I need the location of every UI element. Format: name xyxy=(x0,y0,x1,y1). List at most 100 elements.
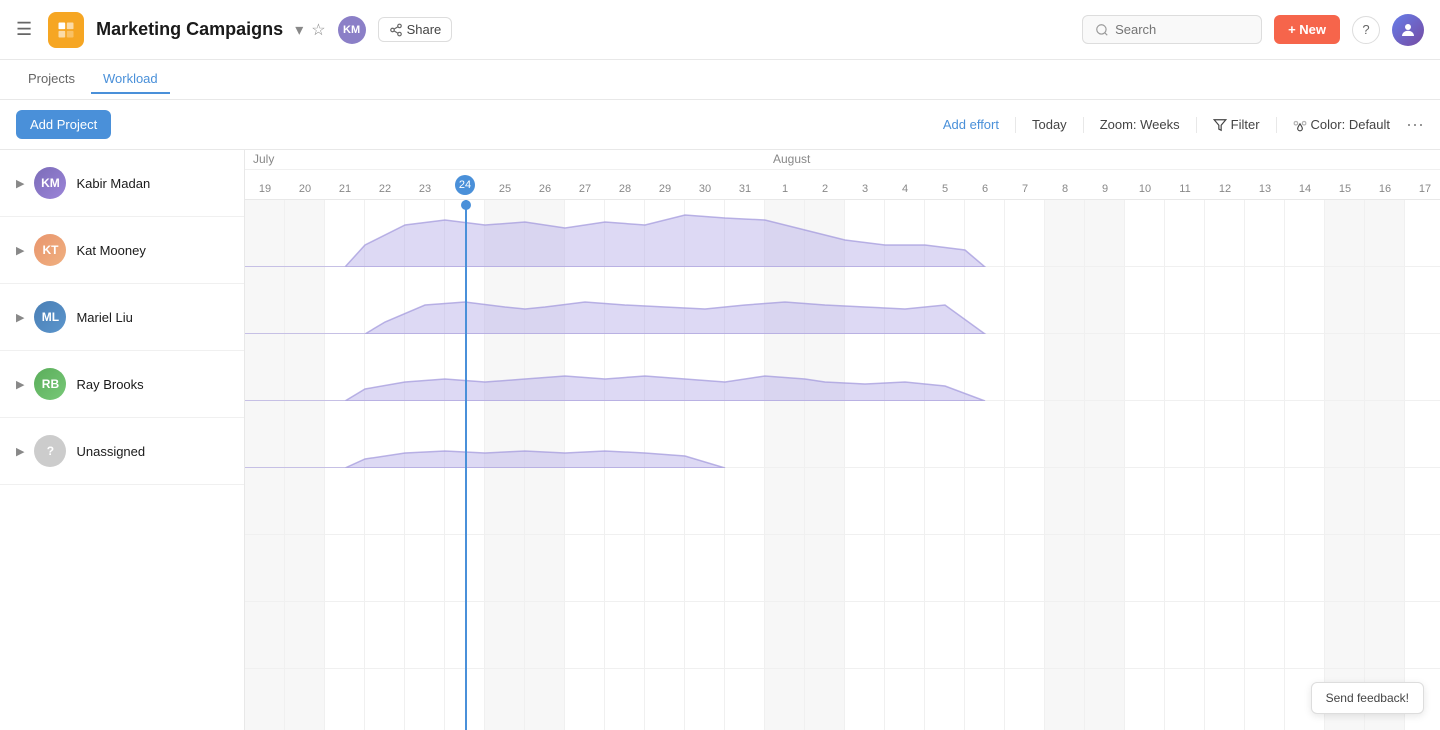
day-stripe-3-23 xyxy=(1165,401,1205,467)
dropdown-icon[interactable]: ▾ xyxy=(295,20,303,40)
day-header-13: 13 xyxy=(1245,183,1285,195)
send-feedback-button[interactable]: Send feedback! xyxy=(1311,682,1424,714)
more-options-button[interactable]: ··· xyxy=(1406,114,1424,135)
day-header-3: 3 xyxy=(845,183,885,195)
day-stripe-2-2 xyxy=(325,334,365,400)
person-name-mariel: Mariel Liu xyxy=(76,310,132,325)
day-header-15: 15 xyxy=(1325,183,1365,195)
day-stripe-2-4 xyxy=(405,334,445,400)
divider-1 xyxy=(1015,117,1016,133)
day-stripe-1-14 xyxy=(805,267,845,333)
day-stripe-1-24 xyxy=(1205,267,1245,333)
user-avatar[interactable] xyxy=(1392,14,1424,46)
day-stripe-3-2 xyxy=(325,401,365,467)
day-header-21: 21 xyxy=(325,183,365,195)
share-label: Share xyxy=(407,22,442,37)
day-stripe-2-20 xyxy=(1045,334,1085,400)
new-button[interactable]: + New xyxy=(1274,15,1340,44)
day-stripe-3-16 xyxy=(885,401,925,467)
day-header-1: 1 xyxy=(765,183,805,195)
unassigned-row[interactable]: ▶ ? Unassigned xyxy=(0,418,244,485)
day-stripe-3-7 xyxy=(525,401,565,467)
day-stripe-1-20 xyxy=(1045,267,1085,333)
day-stripe-0-0 xyxy=(245,200,285,266)
day-stripe-3-14 xyxy=(805,401,845,467)
day-header-26: 26 xyxy=(525,183,565,195)
day-stripe-0-17 xyxy=(925,200,965,266)
day-stripe-0-8 xyxy=(565,200,605,266)
day-stripe-3-17 xyxy=(925,401,965,467)
avatar-kabir: KM xyxy=(34,167,66,199)
expand-icon-unassigned: ▶ xyxy=(16,445,24,458)
toolbar: Add Project Add effort Today Zoom: Weeks… xyxy=(0,100,1440,150)
day-header-24: 24 xyxy=(445,175,485,195)
day-header-11: 11 xyxy=(1165,183,1205,195)
day-stripe-2-22 xyxy=(1125,334,1165,400)
day-stripe-3-27 xyxy=(1325,401,1365,467)
day-stripe-0-16 xyxy=(885,200,925,266)
day-stripe-0-25 xyxy=(1245,200,1285,266)
add-project-button[interactable]: Add Project xyxy=(16,110,111,139)
day-stripe-1-22 xyxy=(1125,267,1165,333)
person-row-kat[interactable]: ▶ KT Kat Mooney xyxy=(0,217,244,284)
day-stripe-3-13 xyxy=(765,401,805,467)
day-header-5: 5 xyxy=(925,183,965,195)
person-row-mariel[interactable]: ▶ ML Mariel Liu xyxy=(0,284,244,351)
day-stripe-1-23 xyxy=(1165,267,1205,333)
unassigned-label: Unassigned xyxy=(76,444,145,459)
help-button[interactable]: ? xyxy=(1352,16,1380,44)
search-input[interactable] xyxy=(1115,22,1245,37)
today-button[interactable]: Today xyxy=(1024,113,1075,136)
day-stripe-1-10 xyxy=(645,267,685,333)
day-stripe-2-17 xyxy=(925,334,965,400)
day-stripe-1-0 xyxy=(245,267,285,333)
share-button[interactable]: Share xyxy=(378,17,453,42)
day-header-30: 30 xyxy=(685,183,725,195)
color-icon xyxy=(1293,118,1307,132)
day-header-19: 19 xyxy=(245,183,285,195)
day-stripe-1-13 xyxy=(765,267,805,333)
day-stripe-0-6 xyxy=(485,200,525,266)
day-stripe-2-0 xyxy=(245,334,285,400)
day-stripe-3-11 xyxy=(685,401,725,467)
day-stripe-1-8 xyxy=(565,267,605,333)
day-stripe-0-26 xyxy=(1285,200,1325,266)
day-stripe-0-5 xyxy=(445,200,485,266)
zoom-button[interactable]: Zoom: Weeks xyxy=(1092,113,1188,136)
day-stripe-1-7 xyxy=(525,267,565,333)
divider-4 xyxy=(1276,117,1277,133)
day-stripe-2-16 xyxy=(885,334,925,400)
day-stripe-1-17 xyxy=(925,267,965,333)
day-stripe-0-11 xyxy=(685,200,725,266)
day-stripe-3-21 xyxy=(1085,401,1125,467)
menu-icon[interactable]: ☰ xyxy=(16,19,32,40)
day-stripe-0-2 xyxy=(325,200,365,266)
gantt-area: July August 1920212223242526272829303112… xyxy=(245,150,1440,730)
day-stripe-2-29 xyxy=(1405,334,1440,400)
day-stripe-3-18 xyxy=(965,401,1005,467)
day-stripe-2-26 xyxy=(1285,334,1325,400)
day-stripe-0-21 xyxy=(1085,200,1125,266)
day-header-10: 10 xyxy=(1125,183,1165,195)
expand-icon-ray: ▶ xyxy=(16,378,24,391)
add-effort-button[interactable]: Add effort xyxy=(935,113,1007,136)
tab-workload[interactable]: Workload xyxy=(91,65,170,94)
day-stripe-3-26 xyxy=(1285,401,1325,467)
day-header-4: 4 xyxy=(885,183,925,195)
search-box[interactable] xyxy=(1082,15,1262,44)
person-row-kabir[interactable]: ▶ KM Kabir Madan xyxy=(0,150,244,217)
tab-projects[interactable]: Projects xyxy=(16,65,87,94)
day-stripe-0-28 xyxy=(1365,200,1405,266)
gantt-row-unassigned xyxy=(245,468,1440,535)
avatar-kat: KT xyxy=(34,234,66,266)
day-stripe-2-6 xyxy=(485,334,525,400)
day-stripe-3-15 xyxy=(845,401,885,467)
day-stripe-2-3 xyxy=(365,334,405,400)
color-button[interactable]: Color: Default xyxy=(1285,113,1398,136)
person-row-ray[interactable]: ▶ RB Ray Brooks xyxy=(0,351,244,418)
day-header-12: 12 xyxy=(1205,183,1245,195)
star-icon[interactable]: ☆ xyxy=(311,20,325,40)
filter-button[interactable]: Filter xyxy=(1205,113,1268,136)
app-logo xyxy=(48,12,84,48)
day-stripe-1-28 xyxy=(1365,267,1405,333)
